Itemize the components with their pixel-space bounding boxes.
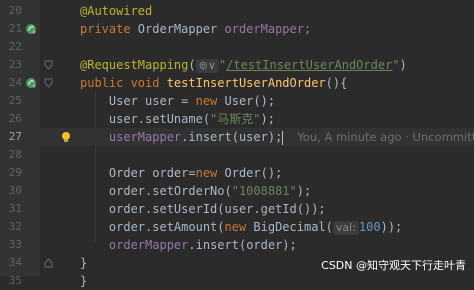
parameter-hint: ⊚∨ [195,59,219,73]
code-text[interactable]: order.setAmount(new BigDecimal(val: 100))… [80,218,402,236]
code-line-33[interactable]: 33 orderMapper.insert(order); [0,236,474,254]
code-token: /testInsertUserAndOrder [226,58,393,72]
code-line-29[interactable]: 29 Order order=new Order(); [0,164,474,182]
fold-open-icon[interactable] [44,60,53,70]
code-line-22[interactable]: 22 [0,38,474,56]
line-number: 26 [8,112,22,125]
code-token: new [195,94,225,108]
code-line-35[interactable]: 35} [0,272,474,290]
code-token: .insert(user); [181,130,283,144]
line-number: 23 [8,58,22,71]
code-line-27[interactable]: 27 userMapper.insert(user); You, A minute… [0,128,474,146]
code-token: testInsertUserAndOrder [166,76,326,90]
code-text[interactable]: User user = new User(); [80,92,275,110]
line-number: 27 [8,130,22,143]
lightbulb-icon[interactable] [60,131,72,143]
autowired-bean-icon[interactable] [25,23,37,35]
code-token: User(); [224,94,276,108]
parameter-hint: val: [332,221,359,235]
text-caret [282,130,284,145]
code-token: @Autowired [80,4,153,18]
code-token: order.setOrderNo( [80,184,232,198]
code-line-21[interactable]: 21 private OrderMapper orderMapper; [0,20,474,38]
line-number: 29 [8,166,22,179]
code-line-25[interactable]: 25 User user = new User(); [0,92,474,110]
code-text[interactable]: userMapper.insert(user); You, A minute ag… [80,128,474,146]
code-text[interactable]: order.setOrderNo("1008881"); [80,182,311,200]
code-token: BigDecimal( [253,220,333,234]
code-text[interactable]: private OrderMapper orderMapper; [80,20,311,38]
code-text[interactable]: @Autowired [80,2,152,20]
code-token: ); [260,112,275,126]
code-line-23[interactable]: 23 @RequestMapping(⊚∨ "/testInsertUserAndO… [0,56,474,74]
code-token: new [195,166,225,180]
code-token: order.setAmount( [80,220,225,234]
line-number: 20 [8,4,22,17]
code-token: ); [296,184,312,198]
code-token: Order(); [224,166,283,180]
code-text[interactable]: public void testInsertUserAndOrder(){ [80,74,347,92]
code-token: @RequestMapping [80,58,189,72]
request-mapping-icon[interactable] [25,77,37,89]
code-token: " [392,58,400,72]
code-token: ( [188,58,196,72]
code-text[interactable]: order.setUserId(user.getId()); [80,200,326,218]
code-token: user.setUname( [80,112,211,126]
line-number: 31 [8,202,22,215]
code-token: ; [303,22,312,36]
code-token: )); [380,220,403,234]
code-text[interactable]: user.setUname("马斯克"); [80,110,275,128]
line-number: 24 [8,76,22,89]
line-number: 33 [8,238,22,251]
line-number: 34 [8,256,22,269]
code-token: (){ [325,76,348,90]
code-token: private [80,22,138,36]
line-number: 30 [8,184,22,197]
code-token: public [80,76,131,90]
git-blame-annotation: You, A minute ago · Uncommitted [297,130,474,144]
line-number: 32 [8,220,22,233]
line-number: 21 [8,22,22,35]
code-line-32[interactable]: 32 order.setAmount(new BigDecimal(val: 10… [0,218,474,236]
code-token: OrderMapper [137,22,225,36]
code-editor[interactable]: 20 @Autowired 21 private OrderMapper orderM… [0,0,474,288]
line-number: 25 [8,94,22,107]
fold-close-icon[interactable] [44,258,53,268]
code-text[interactable]: } [80,254,87,272]
code-line-24[interactable]: 24 public void testInsertUserAndOrder(){ [0,74,474,92]
line-number: 28 [8,148,22,161]
code-token: Order order= [80,166,196,180]
code-text[interactable]: @RequestMapping(⊚∨ "/testInsertUserAndOrd… [80,56,407,74]
line-number: 35 [8,274,22,287]
code-token: "1008881" [231,184,297,198]
code-text[interactable]: } [80,272,87,290]
fold-open-icon[interactable] [44,78,53,88]
code-token: } [80,256,88,270]
code-text[interactable]: orderMapper.insert(order); [80,236,297,254]
code-token: 100 [358,220,381,234]
code-token: ) [399,58,407,72]
code-token: void [130,76,167,90]
code-text[interactable]: Order order=new Order(); [80,164,282,182]
code-token: orderMapper [108,238,189,252]
code-line-30[interactable]: 30 order.setOrderNo("1008881"); [0,182,474,200]
code-token: } [80,274,88,288]
code-token: new [224,220,254,234]
line-number: 22 [8,40,22,53]
code-token: "马斯克" [210,112,261,126]
code-token: userMapper [108,130,182,144]
code-line-26[interactable]: 26 user.setUname("马斯克"); [0,110,474,128]
code-token: order.setUserId(user.getId()); [80,202,326,216]
code-token: .insert(order); [188,238,297,252]
code-token: User user = [80,94,196,108]
watermark: CSDN @知守观天下行走叶青 [321,259,466,272]
code-line-20[interactable]: 20 @Autowired [0,2,474,20]
code-token: orderMapper [224,22,304,36]
code-line-31[interactable]: 31 order.setUserId(user.getId()); [0,200,474,218]
code-line-28[interactable]: 28 [0,146,474,164]
